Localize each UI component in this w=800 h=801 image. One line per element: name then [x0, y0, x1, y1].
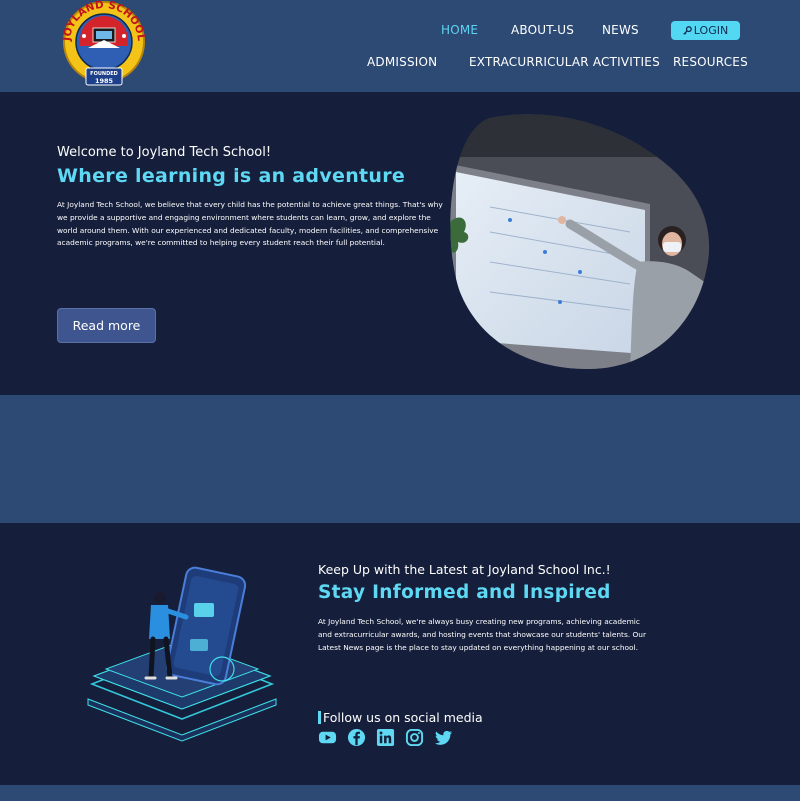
mid-band: [0, 395, 800, 523]
school-logo[interactable]: JOYLAND SCHOOL FOUNDED 1985: [56, 0, 152, 86]
nav-resources[interactable]: RESOURCES: [673, 55, 748, 69]
hero-photo: [450, 114, 710, 370]
facebook-icon[interactable]: [347, 728, 366, 747]
nav-extracurricular-activities[interactable]: EXTRACURRICULAR ACTIVITIES: [469, 55, 660, 69]
news-section: Keep Up with the Latest at Joyland Schoo…: [0, 523, 800, 785]
hero-eyebrow: Welcome to Joyland Tech School!: [57, 145, 272, 160]
news-title: Stay Informed and Inspired: [318, 582, 611, 603]
nav-home[interactable]: HOME: [441, 23, 478, 37]
twitter-icon[interactable]: [434, 728, 453, 747]
login-button[interactable]: LOGIN: [671, 21, 740, 40]
follow-accent-bar: [318, 711, 321, 724]
follow-label: Follow us on social media: [323, 710, 483, 725]
nav-admission[interactable]: ADMISSION: [367, 55, 437, 69]
news-description: At Joyland Tech School, we're always bus…: [318, 617, 647, 652]
hero-section: Welcome to Joyland Tech School! Where le…: [0, 92, 800, 395]
instagram-icon[interactable]: [405, 728, 424, 747]
nav-about-us[interactable]: ABOUT-US: [511, 23, 574, 37]
news-eyebrow: Keep Up with the Latest at Joyland Schoo…: [318, 562, 611, 577]
logo-founded-year: 1985: [95, 77, 114, 85]
social-follow-heading: Follow us on social media: [318, 710, 483, 725]
hero-title: Where learning is an adventure: [57, 165, 406, 187]
youtube-icon[interactable]: [318, 728, 337, 747]
read-more-button[interactable]: Read more: [57, 308, 156, 343]
hero-description: At Joyland Tech School, we believe that …: [57, 200, 443, 248]
social-icons: [318, 728, 453, 748]
key-icon: [683, 26, 692, 35]
news-illustration: [87, 566, 277, 742]
footer-band: [0, 785, 800, 801]
nav-news[interactable]: NEWS: [602, 23, 639, 37]
login-label: LOGIN: [693, 24, 729, 37]
top-navigation: JOYLAND SCHOOL FOUNDED 1985 HOME ABOUT-U…: [0, 0, 800, 92]
linkedin-icon[interactable]: [376, 728, 395, 747]
